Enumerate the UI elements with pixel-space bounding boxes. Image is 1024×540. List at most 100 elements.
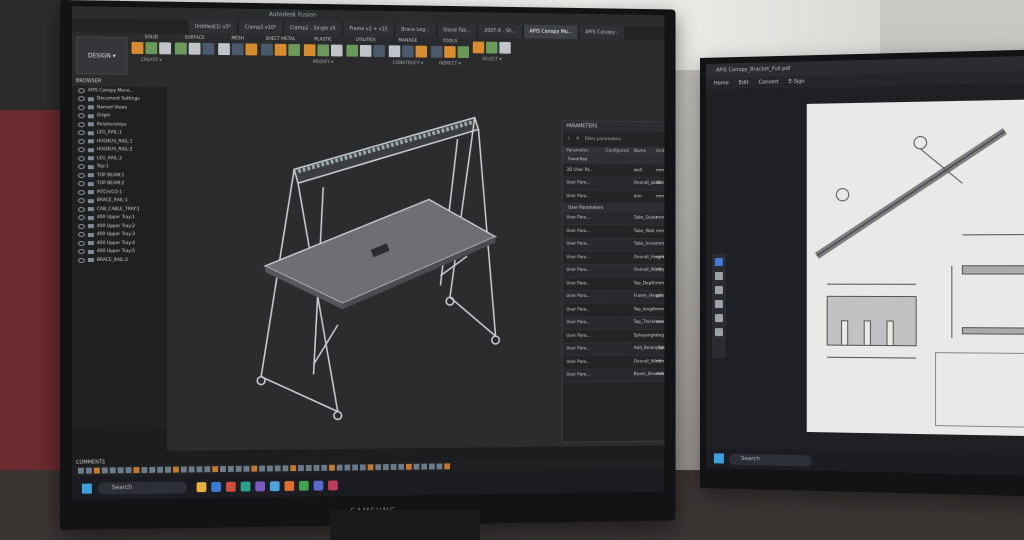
parameter-row[interactable]: User Para...Tube_Outermm25 mm — [562, 212, 665, 226]
timeline-feature-icon[interactable] — [204, 466, 211, 473]
timeline-feature-icon[interactable] — [390, 464, 397, 470]
zoom-icon[interactable] — [714, 271, 723, 281]
ribbon-tab-label[interactable]: SHEET METAL — [266, 37, 296, 42]
ribbon-tab-label[interactable]: SOLID — [145, 35, 159, 40]
taskbar-search-input[interactable]: Search — [728, 453, 812, 466]
ribbon-tab-label[interactable]: MANAGE — [399, 39, 418, 44]
tool-icon[interactable] — [317, 44, 330, 57]
parameter-row[interactable]: User Para...Tube_InnermmTube_Wall * 2 — [562, 238, 665, 252]
ribbon-group-menu[interactable]: INSPECT ▾ — [439, 62, 461, 67]
visibility-eye-icon[interactable] — [77, 189, 85, 195]
timeline-feature-icon[interactable] — [85, 467, 92, 474]
tool-icon[interactable] — [218, 43, 230, 56]
visibility-eye-icon[interactable] — [77, 121, 85, 127]
parameter-row[interactable]: User Para...Top_Depthmm200 mm — [562, 277, 665, 291]
timeline-feature-icon[interactable] — [298, 465, 304, 472]
document-tab[interactable]: APIS Canopy Mo... — [523, 24, 578, 40]
column-header[interactable]: Configured — [606, 149, 634, 154]
taskbar-app-icon[interactable] — [225, 481, 236, 492]
timeline-feature-icon[interactable] — [336, 464, 343, 471]
timeline-feature-icon[interactable] — [321, 464, 328, 471]
ribbon-tab-label[interactable]: MESH — [231, 36, 244, 41]
column-header[interactable]: Unit — [656, 149, 664, 154]
timeline-feature-icon[interactable] — [344, 464, 351, 471]
timeline-feature-icon[interactable] — [133, 467, 140, 474]
timeline-feature-icon[interactable] — [290, 465, 297, 472]
timeline-feature-icon[interactable] — [359, 464, 366, 471]
visibility-eye-icon[interactable] — [77, 215, 85, 221]
browser-item[interactable]: PITCH/CO:1 — [72, 188, 167, 197]
tool-icon[interactable] — [261, 43, 273, 56]
ribbon-group-menu[interactable]: CONSTRUCT ▾ — [393, 61, 423, 66]
document-tab[interactable]: Stand Tab... — [437, 23, 477, 38]
text-icon[interactable] — [714, 314, 723, 323]
taskbar-app-icon[interactable] — [299, 480, 309, 491]
document-tab[interactable]: Brace Leg... — [395, 22, 436, 38]
tool-icon[interactable] — [388, 45, 401, 58]
parameter-row[interactable]: User Para...Splayangledeg20 mm — [562, 329, 665, 344]
visibility-eye-icon[interactable] — [77, 96, 85, 102]
tool-icon[interactable] — [499, 41, 511, 54]
tool-icon[interactable] — [402, 45, 414, 58]
document-tab[interactable]: APIS Canopy... — [579, 25, 625, 40]
filter-icon[interactable]: ⚲ — [576, 136, 579, 141]
browser-item[interactable]: 400 Upper Tray:5 — [72, 248, 167, 257]
ribbon-tab-label[interactable]: PLASTIC — [314, 37, 332, 42]
timeline-feature-icon[interactable] — [212, 466, 219, 473]
taskbar-app-icon[interactable] — [240, 481, 251, 492]
timeline-feature-icon[interactable] — [180, 466, 187, 473]
parameter-row[interactable]: User Para...Top_Thicknessmm20 mm — [562, 316, 665, 331]
visibility-eye-icon[interactable] — [77, 198, 85, 204]
timeline-feature-icon[interactable] — [266, 465, 273, 472]
column-header[interactable]: Parameter — [566, 149, 605, 154]
timeline-feature-icon[interactable] — [157, 466, 164, 473]
taskbar-app-icon[interactable] — [255, 481, 266, 492]
browser-item[interactable]: 400 Upper Tray:1 — [72, 214, 167, 223]
visibility-eye-icon[interactable] — [77, 257, 85, 263]
tool-icon[interactable] — [486, 41, 498, 54]
tool-icon[interactable] — [430, 45, 443, 58]
visibility-eye-icon[interactable] — [77, 240, 85, 246]
tool-icon[interactable] — [472, 41, 485, 54]
ribbon-group-menu[interactable]: MODIFY ▾ — [313, 60, 334, 65]
timeline-feature-icon[interactable] — [188, 466, 195, 473]
ribbon-tab-label[interactable]: UTILITIES — [356, 38, 376, 43]
visibility-eye-icon[interactable] — [77, 181, 85, 187]
windows-start-icon[interactable] — [81, 483, 92, 494]
timeline-feature-icon[interactable] — [367, 464, 374, 471]
taskbar-app-icon[interactable] — [313, 480, 324, 491]
tool-icon[interactable] — [159, 42, 172, 55]
tool-icon[interactable] — [274, 43, 287, 56]
taskbar-app-icon[interactable] — [211, 481, 222, 492]
pen-icon[interactable] — [714, 286, 723, 295]
timeline-feature-icon[interactable] — [329, 464, 335, 471]
select-tool-icon[interactable] — [714, 257, 723, 266]
tool-icon[interactable] — [145, 42, 158, 55]
tool-icon[interactable] — [359, 44, 372, 57]
timeline-feature-icon[interactable] — [436, 463, 443, 470]
visibility-eye-icon[interactable] — [77, 249, 85, 255]
timeline-feature-icon[interactable] — [125, 467, 132, 474]
pdf-menu-item[interactable]: Home — [714, 77, 729, 89]
parameter-row[interactable]: User Para...Frame_Heightmm200 mm — [562, 290, 665, 304]
windows-start-icon[interactable] — [713, 453, 724, 464]
timeline-feature-icon[interactable] — [282, 465, 289, 472]
visibility-eye-icon[interactable] — [77, 164, 85, 170]
document-tab[interactable]: Frame v2 + v15 — [343, 22, 394, 37]
timeline-feature-icon[interactable] — [235, 465, 242, 472]
parameter-row[interactable]: User Para...dimmmVis_Offset/Width mm — [562, 190, 665, 205]
timeline-feature-icon[interactable] — [172, 466, 179, 473]
visibility-eye-icon[interactable] — [77, 223, 85, 229]
pdf-menu-item[interactable]: Convert — [759, 76, 779, 89]
taskbar-app-icon[interactable] — [269, 481, 280, 492]
tool-icon[interactable] — [373, 45, 385, 58]
visibility-eye-icon[interactable] — [77, 155, 85, 161]
browser-item[interactable]: CAB_CABLE_TRAY:1 — [72, 205, 167, 214]
parameter-search-input[interactable]: Filter parameters — [585, 137, 621, 142]
visibility-eye-icon[interactable] — [77, 113, 85, 119]
tool-icon[interactable] — [444, 46, 456, 58]
pdf-menu-item[interactable]: Edit — [739, 77, 749, 89]
parameter-row[interactable]: User Para...Beam_Bracket_In...mm200 mm — [562, 368, 665, 383]
browser-item[interactable]: 400 Upper Tray:4 — [72, 239, 167, 248]
timeline-feature-icon[interactable] — [77, 467, 84, 474]
